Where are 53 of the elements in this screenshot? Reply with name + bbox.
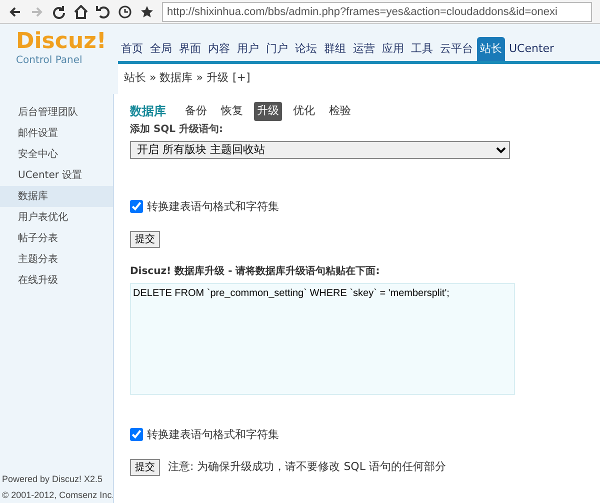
expand-link[interactable]: [+] <box>232 70 250 88</box>
submit-button[interactable]: 提交 <box>130 231 160 248</box>
nav-tab[interactable]: 应用 <box>379 36 407 61</box>
nav-tab[interactable]: 群组 <box>321 36 349 61</box>
reload-icon[interactable] <box>52 4 66 18</box>
sub-tab[interactable]: 备份 <box>182 102 210 120</box>
nav-tab[interactable]: 内容 <box>205 36 233 61</box>
sidebar-item[interactable]: 数据库 <box>0 186 113 207</box>
sidebar-item[interactable]: 帖子分表 <box>0 228 113 249</box>
select-field[interactable]: 开启 所有版块 主题回收站 <box>130 140 510 158</box>
nav-tab[interactable]: 站长 <box>477 36 505 61</box>
sub-tab[interactable]: 升级 <box>254 102 282 120</box>
checkbox[interactable] <box>130 428 143 442</box>
nav-tab[interactable]: 工具 <box>408 36 436 61</box>
sub-tab[interactable]: 检验 <box>326 102 354 120</box>
home-icon[interactable] <box>74 4 88 18</box>
nav-tab[interactable]: 门户 <box>263 36 291 61</box>
star-icon[interactable] <box>140 4 154 18</box>
checkbox[interactable] <box>130 200 143 214</box>
nav-tab[interactable]: 全局 <box>147 36 175 61</box>
sidebar-item[interactable]: 用户表优化 <box>0 207 113 228</box>
checkbox-label: 转换建表语句格式和字符集 <box>147 198 279 214</box>
nav-tab[interactable]: 界面 <box>176 36 204 61</box>
footer-text: Powered by Discuz! X2.5 <box>1 473 104 486</box>
sidebar-item[interactable]: UCenter 设置 <box>0 165 113 186</box>
nav-tab[interactable]: 用户 <box>234 36 262 61</box>
address-bar[interactable]: http://shixinhua.com/bbs/admin.php?frames=yes&action=cloudaddons&id=onexi <box>162 2 592 22</box>
form-label: Discuz! 数据库升级 - 请将数据库升级语句粘贴在下面: <box>130 264 381 279</box>
sidebar-item[interactable]: 邮件设置 <box>0 123 113 144</box>
nav-tab[interactable]: 论坛 <box>292 36 320 61</box>
sidebar-item[interactable]: 后台管理团队 <box>0 102 113 123</box>
logo-title: Discuz! <box>16 30 102 52</box>
sql-textarea[interactable]: DELETE FROM `pre_common_setting` WHERE `skey` = 'membersplit'; <box>130 283 515 395</box>
note-text: 注意: 为确保升级成功，请不要修改 SQL 语句的任何部分 <box>168 459 446 476</box>
undo-icon[interactable] <box>96 4 110 18</box>
sidebar-item[interactable]: 在线升级 <box>0 270 113 291</box>
sub-tab[interactable]: 恢复 <box>218 102 246 120</box>
checkbox-label: 转换建表语句格式和字符集 <box>147 426 279 442</box>
footer-text: © 2001-2012, Comsenz Inc. <box>1 488 113 502</box>
submit-button[interactable]: 提交 <box>130 459 160 476</box>
form-label: 添加 SQL 升级语句: <box>130 124 224 132</box>
page-title: 数据库 <box>130 103 166 120</box>
breadcrumb: 站长 » 数据库 » 升级 <box>124 70 228 86</box>
sub-tab[interactable]: 优化 <box>290 102 318 120</box>
clock-icon[interactable] <box>118 4 132 18</box>
sidebar-item[interactable]: 主题分表 <box>0 249 113 270</box>
logo-subtitle: Control Panel <box>16 54 84 68</box>
nav-tab[interactable]: 首页 <box>118 36 146 61</box>
nav-tab[interactable]: UCenter <box>506 36 558 61</box>
nav-tab[interactable]: 运营 <box>350 36 378 61</box>
nav-tab[interactable]: 云平台 <box>437 36 476 61</box>
sidebar-item[interactable]: 安全中心 <box>0 144 113 165</box>
back-arrow-icon[interactable] <box>8 4 22 18</box>
